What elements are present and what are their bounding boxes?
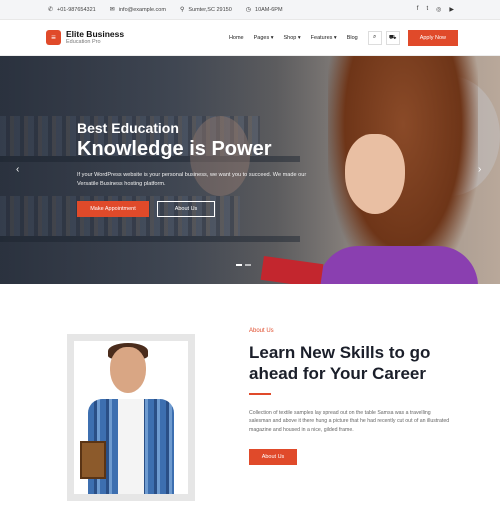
hero-photo-shirt bbox=[318, 246, 478, 284]
phone-info: ✆ +01-987654321 bbox=[48, 6, 96, 14]
address-info: ⚲ Sumter,SC 29150 bbox=[179, 6, 232, 14]
about-text: About Us Learn New Skills to go ahead fo… bbox=[249, 328, 454, 466]
top-bar: ✆ +01-987654321 ✉ info@example.com ⚲ Sum… bbox=[0, 0, 500, 20]
logo-title: Elite Business bbox=[66, 28, 125, 39]
mail-icon: ✉ bbox=[109, 7, 115, 13]
site-header: ≡ Elite Business Education Pro Home Page… bbox=[0, 20, 500, 56]
about-body: Collection of textile samples lay spread… bbox=[249, 409, 450, 434]
main-nav: Home Pages ▾ Shop ▾ Features ▾ Blog bbox=[229, 35, 358, 41]
next-slide-arrow[interactable]: › bbox=[478, 164, 481, 175]
youtube-icon[interactable]: ▶ bbox=[449, 6, 454, 13]
search-icon: ⌕ bbox=[373, 34, 377, 40]
phone-text: +01-987654321 bbox=[57, 6, 96, 13]
map-pin-icon: ⚲ bbox=[179, 7, 185, 13]
nav-home[interactable]: Home bbox=[229, 35, 244, 41]
hero-subtitle: Best Education bbox=[77, 120, 179, 136]
about-photo-head bbox=[110, 347, 146, 393]
logo-icon: ≡ bbox=[46, 30, 61, 45]
email-info[interactable]: ✉ info@example.com bbox=[109, 6, 166, 14]
about-image-frame bbox=[67, 334, 195, 501]
about-us-outline-button[interactable]: About Us bbox=[157, 200, 215, 217]
facebook-icon[interactable]: f bbox=[417, 6, 419, 13]
twitter-icon[interactable]: t bbox=[426, 6, 428, 13]
chevron-down-icon: ▾ bbox=[270, 34, 274, 41]
make-appointment-button[interactable]: Make Appointment bbox=[77, 200, 149, 217]
prev-slide-arrow[interactable]: ‹ bbox=[16, 164, 19, 175]
email-text[interactable]: info@example.com bbox=[119, 7, 166, 13]
hero-title: Knowledge is Power bbox=[77, 138, 272, 160]
about-kicker: About Us bbox=[249, 328, 274, 334]
address-text: Sumter,SC 29150 bbox=[188, 6, 232, 13]
site-logo[interactable]: ≡ Elite Business Education Pro bbox=[46, 28, 125, 46]
hero-photo-face bbox=[345, 134, 405, 214]
hours-text: 10AM-6PM bbox=[255, 6, 283, 13]
hours-info: ◷ 10AM-6PM bbox=[245, 6, 283, 14]
nav-shop[interactable]: Shop ▾ bbox=[284, 35, 301, 41]
nav-features[interactable]: Features ▾ bbox=[311, 35, 337, 41]
heading-underline bbox=[249, 392, 271, 395]
about-photo-tshirt bbox=[118, 399, 144, 494]
about-section: About Us Learn New Skills to go ahead fo… bbox=[0, 284, 500, 509]
hero-content: Best Education Knowledge is Power If you… bbox=[77, 120, 307, 217]
hero-description: If your WordPress website is your person… bbox=[77, 172, 307, 187]
about-us-button[interactable]: About Us bbox=[249, 449, 297, 466]
cart-button[interactable]: ⛟ bbox=[385, 30, 400, 45]
slider-dot[interactable] bbox=[236, 264, 242, 266]
hero-slider: Best Education Knowledge is Power If you… bbox=[0, 56, 500, 284]
about-photo bbox=[74, 341, 188, 494]
nav-blog[interactable]: Blog bbox=[347, 35, 358, 41]
logo-subtitle: Education Pro bbox=[66, 39, 101, 46]
slider-dot[interactable] bbox=[245, 264, 251, 266]
instagram-icon[interactable]: ◎ bbox=[436, 6, 441, 13]
social-links: f t ◎ ▶ bbox=[417, 6, 454, 13]
nav-pages[interactable]: Pages ▾ bbox=[254, 35, 274, 41]
cart-icon: ⛟ bbox=[388, 34, 397, 41]
phone-icon: ✆ bbox=[48, 7, 54, 13]
about-photo-books bbox=[80, 441, 106, 479]
clock-icon: ◷ bbox=[245, 7, 252, 13]
slider-dots bbox=[236, 264, 251, 266]
apply-now-button[interactable]: Apply Now bbox=[407, 29, 458, 46]
search-button[interactable]: ⌕ bbox=[367, 30, 382, 45]
about-heading: Learn New Skills to go ahead for Your Ca… bbox=[249, 343, 431, 384]
chevron-down-icon: ▾ bbox=[297, 34, 301, 41]
chevron-down-icon: ▾ bbox=[333, 34, 337, 41]
contact-info: ✆ +01-987654321 ✉ info@example.com ⚲ Sum… bbox=[48, 6, 283, 14]
